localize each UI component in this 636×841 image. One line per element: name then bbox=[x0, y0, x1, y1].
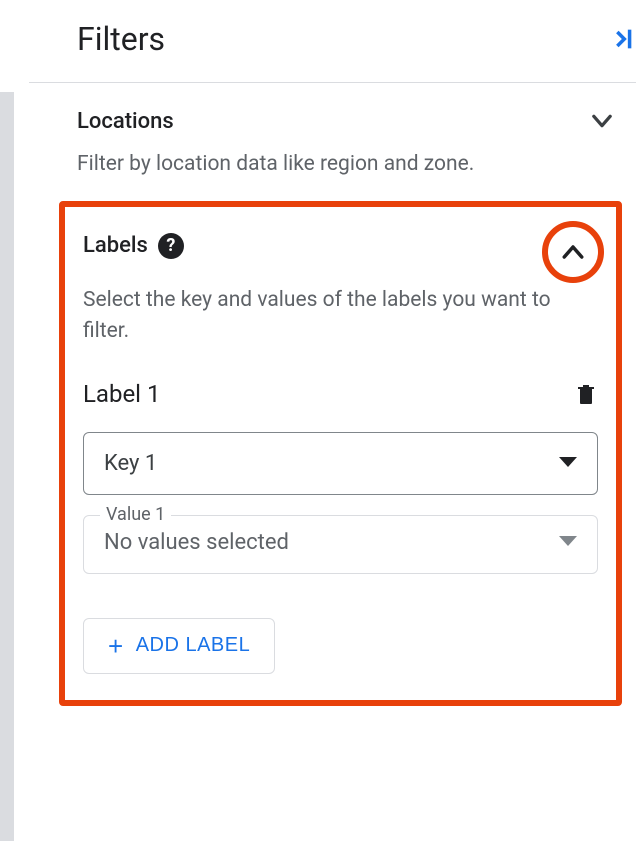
dropdown-arrow-icon bbox=[559, 536, 577, 548]
locations-description: Filter by location data like region and … bbox=[77, 149, 616, 181]
value-select[interactable]: Value 1 No values selected bbox=[83, 515, 598, 574]
help-icon[interactable]: ? bbox=[158, 233, 184, 259]
label-1-title: Label 1 bbox=[83, 380, 160, 408]
dropdown-arrow-icon bbox=[559, 457, 577, 469]
value-select-placeholder: No values selected bbox=[104, 530, 289, 555]
labels-description: Select the key and values of the labels … bbox=[83, 285, 598, 348]
add-label-text: ADD LABEL bbox=[136, 634, 251, 657]
key-select[interactable]: Key 1 bbox=[83, 432, 598, 495]
add-label-button[interactable]: + ADD LABEL bbox=[83, 618, 275, 674]
labels-section-highlight: Labels ? Select the key and values of th… bbox=[59, 201, 622, 706]
chevron-down-icon[interactable] bbox=[588, 107, 616, 135]
key-select-value: Key 1 bbox=[104, 451, 157, 476]
chevron-up-icon[interactable] bbox=[558, 237, 588, 267]
filters-title: Filters bbox=[77, 20, 165, 58]
highlight-circle bbox=[542, 221, 604, 283]
trash-icon[interactable] bbox=[574, 380, 598, 408]
plus-icon: + bbox=[108, 633, 124, 659]
value-field-label: Value 1 bbox=[100, 504, 171, 525]
collapse-panel-icon[interactable] bbox=[608, 25, 636, 53]
locations-title: Locations bbox=[77, 109, 174, 134]
labels-title: Labels bbox=[83, 233, 148, 258]
